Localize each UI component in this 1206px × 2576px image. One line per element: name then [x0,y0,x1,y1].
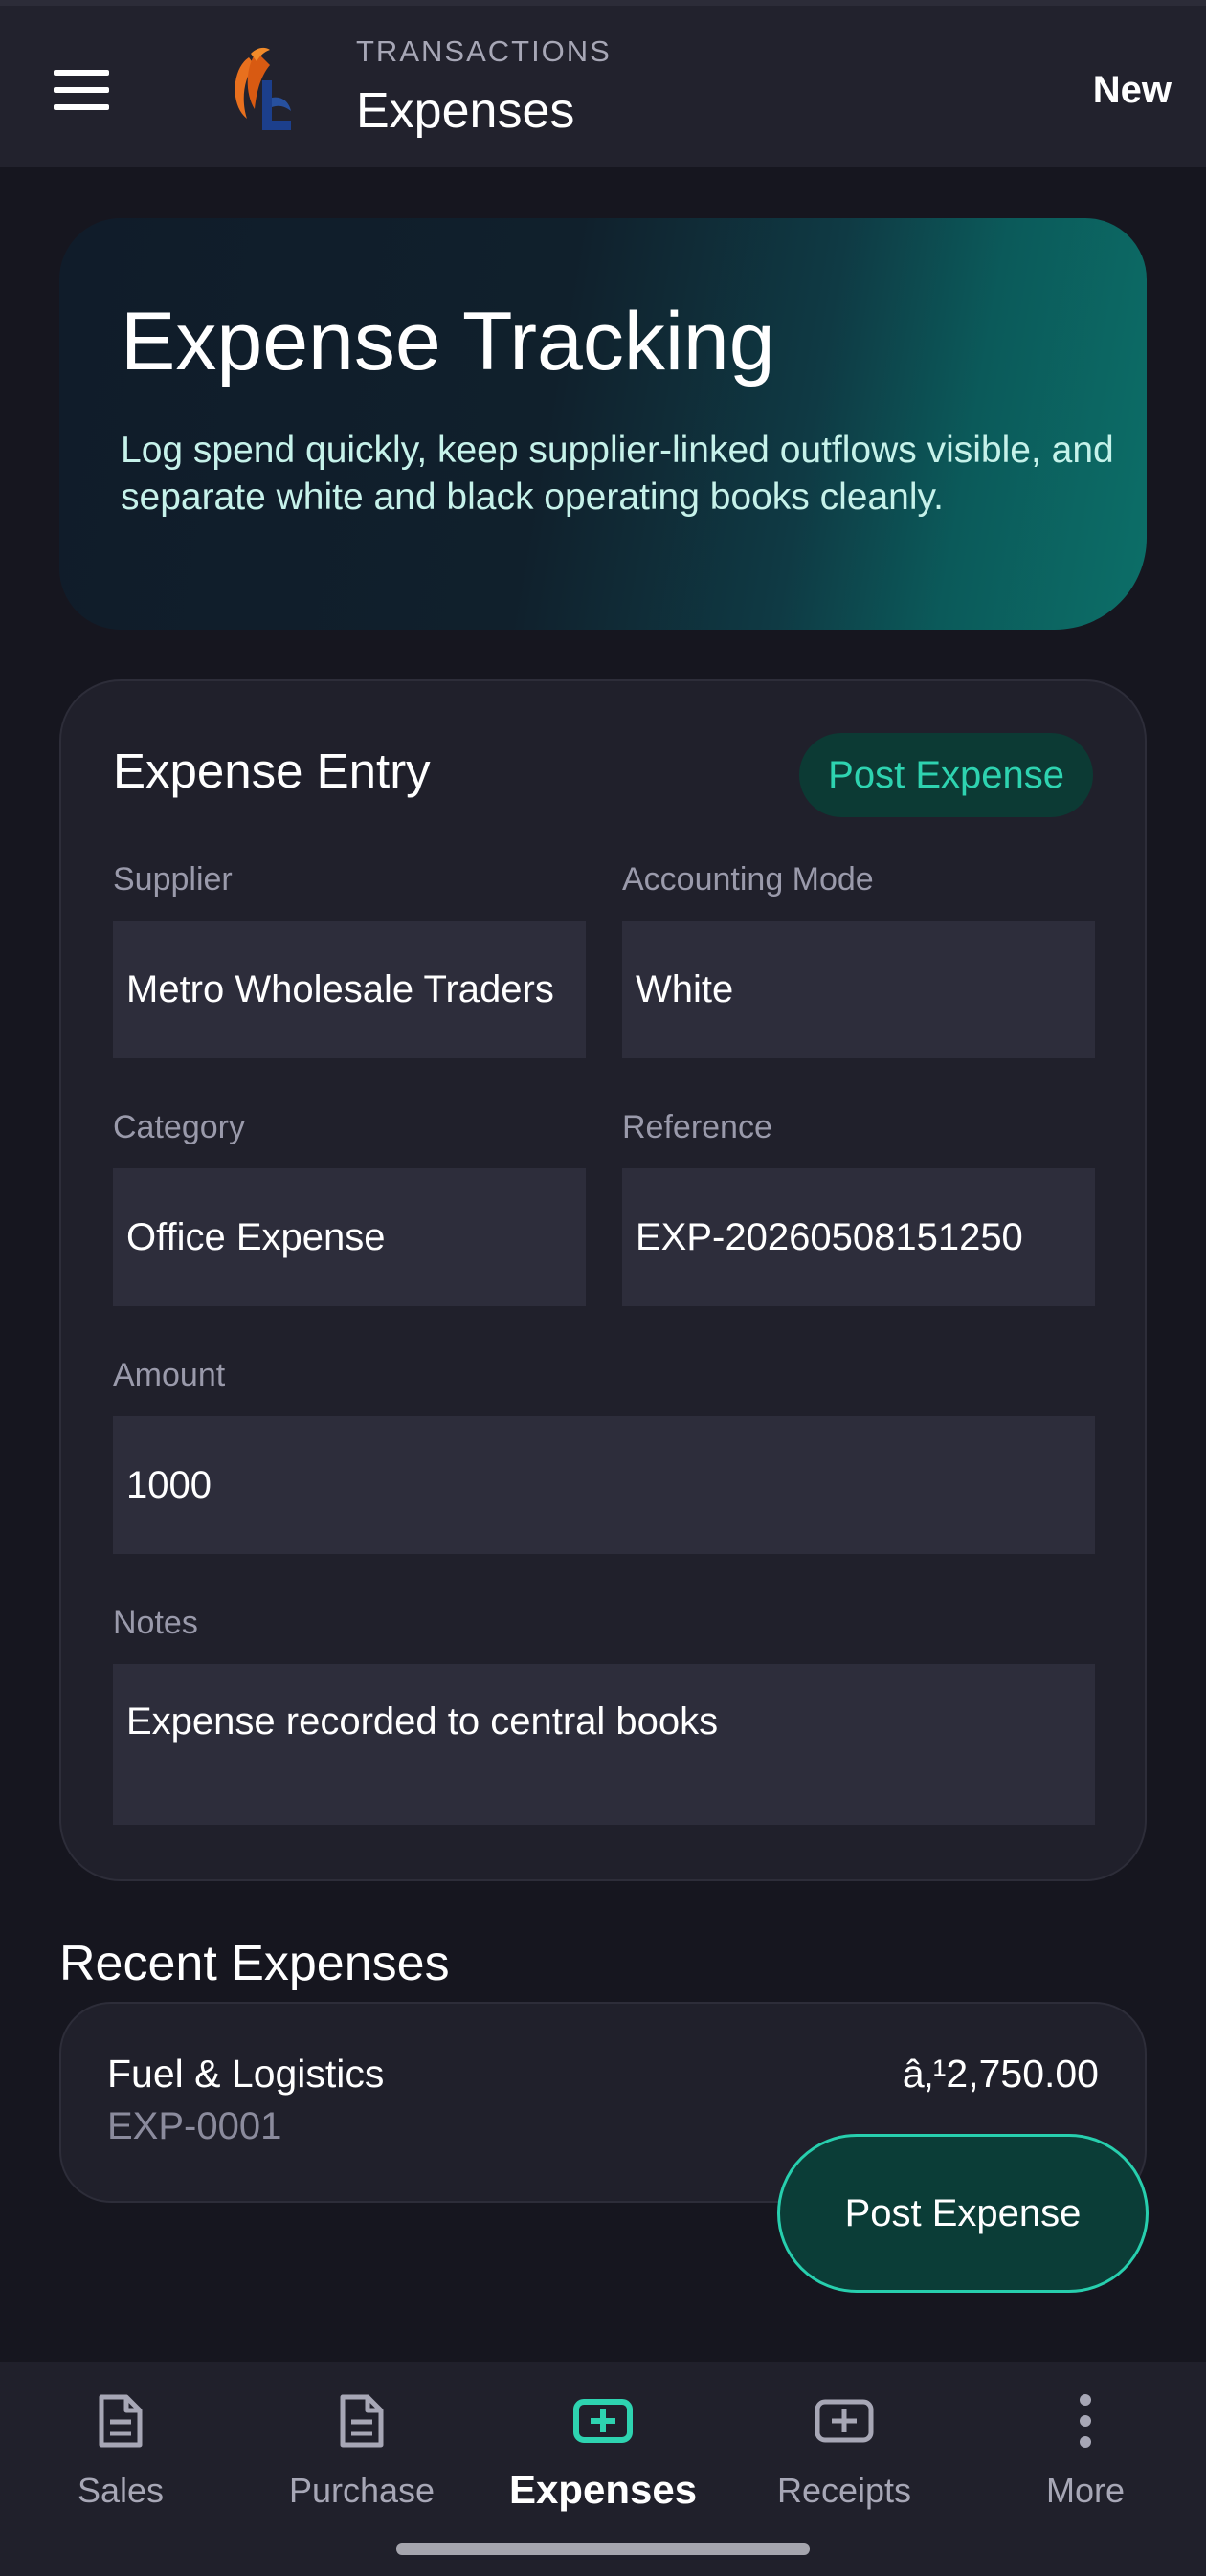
expense-entry-title: Expense Entry [113,744,431,798]
add-box-icon [814,2390,875,2452]
nav-item-sales[interactable]: Sales [0,2390,241,2534]
add-box-icon [572,2390,634,2452]
home-indicator[interactable] [396,2543,810,2555]
app-logo [222,38,308,144]
document-icon [90,2390,151,2452]
category-field[interactable]: Office Expense [113,1168,586,1306]
reference-field[interactable]: EXP-20260508151250 [622,1168,1095,1306]
expense-name: Fuel & Logistics [107,2052,385,2096]
supplier-field[interactable]: Metro Wholesale Traders [113,921,586,1058]
new-button[interactable]: New [1093,69,1172,112]
expense-entry-card: Expense Entry Post Expense Supplier Metr… [59,679,1147,1881]
notes-field[interactable]: Expense recorded to central books [113,1664,1095,1825]
amount-field[interactable]: 1000 [113,1416,1095,1554]
supplier-label: Supplier [113,861,233,898]
post-expense-chip[interactable]: Post Expense [799,733,1093,817]
page-title: Expenses [356,83,575,139]
nav-label-purchase: Purchase [288,2471,436,2510]
nav-item-receipts[interactable]: Receipts [724,2390,965,2534]
expense-reference: EXP-0001 [107,2105,282,2147]
nav-label-receipts: Receipts [776,2471,912,2510]
nav-item-expenses[interactable]: Expenses [482,2390,724,2534]
recent-expenses-title: Recent Expenses [59,1936,450,1991]
hero-banner: Expense Tracking Log spend quickly, keep… [59,218,1147,630]
category-label: Category [113,1109,245,1145]
amount-label: Amount [113,1357,226,1393]
expense-amount: â‚¹2,750.00 [902,2052,1099,2096]
accounting-mode-label: Accounting Mode [622,861,874,898]
reference-label: Reference [622,1109,772,1145]
hero-title: Expense Tracking [121,296,775,388]
nav-label-expenses: Expenses [508,2467,698,2512]
nav-item-more[interactable]: More [965,2390,1206,2534]
nav-label-sales: Sales [77,2471,165,2510]
app-bar: TRANSACTIONS Expenses New [0,6,1206,167]
hero-subtitle: Log spend quickly, keep supplier-linked … [121,430,1114,518]
document-icon [331,2390,392,2452]
nav-label-more: More [1045,2471,1126,2510]
section-kicker: TRANSACTIONS [356,34,612,68]
more-vertical-icon [1055,2390,1116,2452]
notes-label: Notes [113,1605,198,1641]
menu-button[interactable] [38,54,124,126]
nav-item-purchase[interactable]: Purchase [241,2390,482,2534]
hamburger-menu-icon [54,70,109,110]
accounting-mode-field[interactable]: White [622,921,1095,1058]
post-expense-fab[interactable]: Post Expense [777,2134,1149,2293]
